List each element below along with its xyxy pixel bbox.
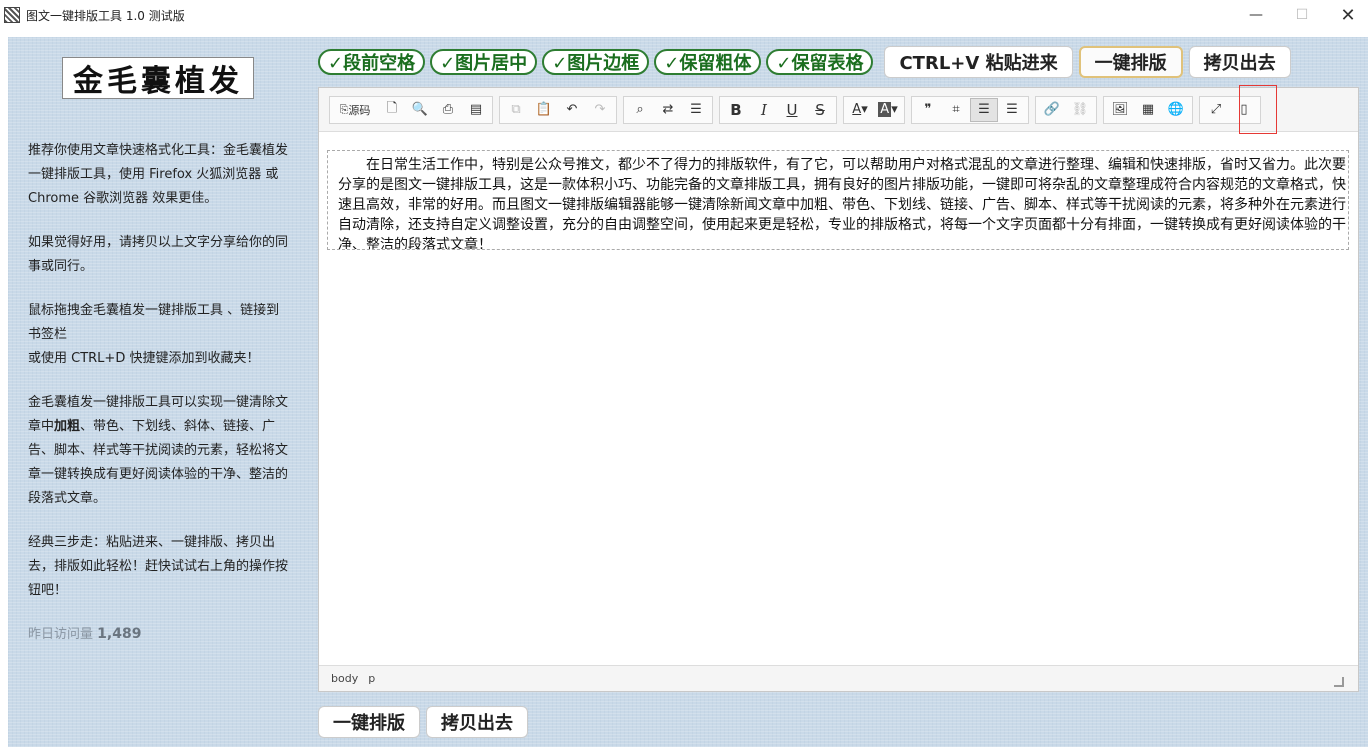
minimize-button[interactable]: — (1233, 0, 1279, 30)
copy-out-button[interactable]: 拷贝出去 (1188, 46, 1291, 78)
feature-text: 金毛囊植发一键排版工具可以实现一键清除文章中加粗、带色、下划线、斜体、链接、广告… (28, 391, 290, 511)
editor-toolbar: ⎘ 源码 🗋 🔍 ⎙ ▤ ⧉ 📋 ↶ ↷ ⌕ ⇄ ☰ B I U S A ▾ A… (319, 85, 1358, 134)
undo-icon[interactable]: ↶ (558, 98, 586, 122)
underline-button[interactable]: U (778, 98, 806, 122)
select-all-icon[interactable]: ☰ (682, 98, 710, 122)
bottom-action-bar: 一键排版 拷贝出去 (318, 706, 534, 738)
content-paragraph[interactable]: 在日常生活工作中，特别是公众号推文，都少不了得力的排版软件，有了它，可以帮助用户… (338, 155, 1346, 249)
toolbar-group-format: B I U S (719, 95, 837, 124)
intro-text: 推荐你使用文章快速格式化工具：金毛囊植发一键排版工具，使用 Firefox 火狐… (28, 143, 289, 206)
table-icon[interactable]: ▦ (1134, 98, 1162, 122)
globe-icon[interactable]: 🌐 (1162, 98, 1190, 122)
element-path-bar: body p (319, 665, 1358, 691)
maximize-button[interactable]: ☐ (1279, 0, 1325, 30)
new-document-icon[interactable]: 🗋 (378, 98, 406, 122)
copy-icon[interactable]: ⧉ (502, 98, 530, 122)
find-icon[interactable]: ⌕ (626, 98, 654, 122)
path-p[interactable]: p (368, 672, 375, 685)
print-icon[interactable]: ⎙ (434, 98, 462, 122)
visit-counter: 昨日访问量 1,489 (28, 623, 141, 642)
source-button[interactable]: ⎘ 源码 (332, 98, 378, 122)
image-icon[interactable]: 🖼 (1106, 98, 1134, 122)
strikethrough-button[interactable]: S (806, 98, 834, 122)
visits-value: 1,489 (97, 626, 142, 642)
format-button[interactable]: 一键排版 (1078, 46, 1183, 78)
toolbar-group-color: A ▾ A ▾ (843, 95, 905, 124)
title-bar: 图文一键排版工具 1.0 测试版 — ☐ ✕ (0, 0, 1371, 30)
preview-icon[interactable]: 🔍 (406, 98, 434, 122)
bg-color-button[interactable]: A ▾ (874, 98, 902, 122)
option-image-border-button[interactable]: ✓图片边框 (542, 49, 650, 75)
sidebar: 金毛囊植发 推荐你使用文章快速格式化工具：金毛囊植发一键排版工具，使用 Fire… (8, 37, 308, 747)
font-color-label: A (852, 102, 862, 117)
highlight-box (1239, 85, 1277, 134)
window-title: 图文一键排版工具 1.0 测试版 (26, 8, 185, 23)
font-color-button[interactable]: A ▾ (846, 98, 874, 122)
paste-icon[interactable]: 📋 (530, 98, 558, 122)
rich-text-editor: ⎘ 源码 🗋 🔍 ⎙ ▤ ⧉ 📋 ↶ ↷ ⌕ ⇄ ☰ B I U S A ▾ A… (318, 85, 1359, 692)
template-icon[interactable]: ▤ (462, 98, 490, 122)
bookmark-line-1: 鼠标拖拽金毛囊植发一键排版工具 、链接到书签栏 (28, 303, 280, 342)
option-keep-table-button[interactable]: ✓保留表格 (766, 49, 874, 75)
code-icon[interactable]: ⌗ (942, 98, 970, 122)
window-controls: — ☐ ✕ (1233, 0, 1371, 30)
bookmark-text: 鼠标拖拽金毛囊植发一键排版工具 、链接到书签栏 或使用 CTRL+D 快捷键添加… (28, 299, 290, 371)
share-text: 如果觉得好用，请拷贝以上文字分享给你的同事或同行。 (28, 235, 289, 274)
path-body[interactable]: body (331, 672, 358, 685)
toolbar-group-find: ⌕ ⇄ ☰ (623, 95, 713, 124)
app-client: 金毛囊植发 推荐你使用文章快速格式化工具：金毛囊植发一键排版工具，使用 Fire… (8, 37, 1368, 747)
replace-icon[interactable]: ⇄ (654, 98, 682, 122)
app-icon (4, 7, 20, 23)
paste-button[interactable]: CTRL+V 粘贴进来 (884, 46, 1073, 78)
unlink-icon[interactable]: ⛓ (1066, 98, 1094, 122)
italic-button[interactable]: I (750, 98, 778, 122)
option-keep-bold-button[interactable]: ✓保留粗体 (654, 49, 762, 75)
option-center-image-button[interactable]: ✓图片居中 (430, 49, 538, 75)
toolbar-group-clipboard: ⧉ 📋 ↶ ↷ (499, 95, 617, 124)
bg-color-label: A (878, 102, 892, 117)
toolbar-group-link: 🔗 ⛓ (1035, 95, 1097, 124)
option-indent-button[interactable]: ✓段前空格 (318, 49, 426, 75)
editor-content[interactable]: 在日常生活工作中，特别是公众号推文，都少不了得力的排版软件，有了它，可以帮助用户… (327, 150, 1349, 250)
resize-grip-icon[interactable] (1334, 677, 1344, 687)
source-label: 源码 (348, 103, 371, 117)
toolbar-group-insert: 🖼 ▦ 🌐 (1103, 95, 1193, 124)
align-left-icon[interactable]: ☰ (970, 97, 998, 122)
link-icon[interactable]: 🔗 (1038, 98, 1066, 122)
toolbar-group-paragraph: ❞ ⌗ ☰ ☰ (911, 95, 1029, 124)
align-right-icon[interactable]: ☰ (998, 98, 1026, 122)
visits-label: 昨日访问量 (28, 627, 94, 642)
blockquote-icon[interactable]: ❞ (914, 98, 942, 122)
toolbar-group-document: ⎘ 源码 🗋 🔍 ⎙ ▤ (329, 95, 493, 124)
bookmark-line-2: 或使用 CTRL+D 快捷键添加到收藏夹！ (28, 351, 260, 366)
steps-text: 经典三步走：粘贴进来、一键排版、拷贝出去，排版如此轻松！赶快试试右上角的操作按钮… (28, 535, 289, 598)
format-button-bottom[interactable]: 一键排版 (318, 706, 420, 738)
top-action-bar: ✓段前空格 ✓图片居中 ✓图片边框 ✓保留粗体 ✓保留表格 CTRL+V 粘贴进… (318, 46, 1291, 78)
bold-button[interactable]: B (722, 98, 750, 122)
redo-icon[interactable]: ↷ (586, 98, 614, 122)
copy-out-button-bottom[interactable]: 拷贝出去 (426, 706, 528, 738)
feature-text-bold: 加粗 (54, 419, 81, 434)
fullscreen-icon[interactable]: ⤢ (1202, 98, 1230, 122)
logo: 金毛囊植发 (62, 57, 254, 99)
close-button[interactable]: ✕ (1325, 0, 1371, 30)
